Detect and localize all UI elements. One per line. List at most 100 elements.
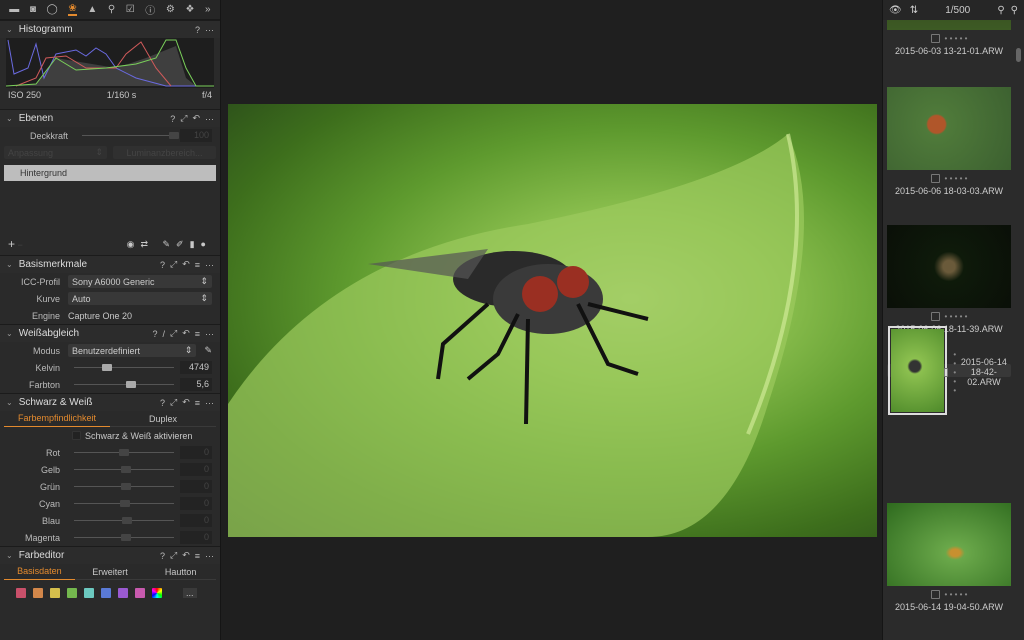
coloreditor-header[interactable]: ⌄ Farbeditor? ⤢ ↶ ≡ ···	[0, 546, 220, 564]
chevron-down-icon[interactable]: ⌄	[6, 25, 13, 34]
opacity-slider[interactable]	[82, 132, 180, 139]
color-swatch[interactable]	[118, 588, 128, 598]
wb-mode-select[interactable]: Benutzerdefiniert ⇕	[68, 344, 197, 357]
chevron-down-icon[interactable]: ⌄	[6, 114, 13, 123]
wb-header[interactable]: ⌄ Weißabgleich? / ⤢ ↶ ≡ ···	[0, 324, 220, 342]
adjustment-select[interactable]: Anpassung ⇕	[4, 146, 107, 159]
histogram-header[interactable]: ⌄ Histogramm? ···	[0, 20, 220, 38]
color-icon[interactable]: ❀	[68, 3, 77, 16]
select-checkbox[interactable]	[930, 590, 940, 599]
zoom-search-icon[interactable]: ⚲	[1011, 5, 1018, 16]
thumbnail-item[interactable]: • • • • • 2015-06-06 18-11-39.ARW	[887, 225, 1011, 334]
reset-icon[interactable]: ↶	[182, 328, 190, 339]
chevron-down-icon[interactable]: ⌄	[6, 398, 13, 407]
help-icon[interactable]: ?	[195, 25, 200, 35]
select-checkbox[interactable]	[930, 174, 940, 183]
color-swatch[interactable]	[67, 588, 77, 598]
eyedropper-icon[interactable]: ✎	[204, 345, 212, 356]
eye-icon[interactable]: 👁	[889, 5, 902, 16]
layer-tools[interactable]: ◉⇄ ✎✐▮●	[127, 239, 212, 250]
help-icon[interactable]: ?	[160, 398, 165, 408]
remove-layer-button[interactable]: −	[18, 240, 23, 250]
tint-slider[interactable]	[74, 381, 174, 388]
image-viewer[interactable]	[228, 104, 877, 537]
thumbnail-image[interactable]	[887, 503, 1011, 586]
search-icon[interactable]: ⚲	[997, 5, 1004, 16]
basic-header[interactable]: ⌄ Basismerkmale? ⤢ ↶ ≡ ···	[0, 255, 220, 273]
lens-icon[interactable]: ◯	[47, 4, 58, 15]
luminance-range-button[interactable]: Luminanzbereich...	[113, 146, 216, 159]
settings-icon[interactable]: ⚙	[166, 4, 175, 15]
help-icon[interactable]: ?	[152, 329, 157, 339]
pin-icon[interactable]: ⤢	[170, 550, 177, 561]
help-icon[interactable]: ?	[160, 260, 165, 270]
tab-sensitivity[interactable]: Farbempfindlichkeit	[4, 411, 110, 427]
adjustments-icon[interactable]: ☑	[126, 4, 135, 15]
pin-icon[interactable]: ⤢	[170, 397, 177, 408]
more-icon[interactable]: ···	[205, 398, 214, 408]
color-swatch[interactable]	[16, 588, 26, 598]
select-checkbox[interactable]	[944, 368, 949, 377]
more-icon[interactable]: ···	[205, 551, 214, 561]
curve-select[interactable]: Auto ⇕	[68, 292, 212, 305]
rating-stars[interactable]: • • • • •	[945, 174, 968, 183]
icc-profile-select[interactable]: Sony A6000 Generic ⇕	[68, 275, 212, 288]
help-icon[interactable]: ?	[170, 114, 175, 124]
reset-icon[interactable]: ↶	[182, 397, 190, 408]
more-icon[interactable]: ···	[205, 114, 214, 124]
thumbnail-item[interactable]: • • • • • 2015-06-14 18-42-02.ARW	[887, 326, 1011, 415]
more-icon[interactable]: ···	[205, 329, 214, 339]
color-swatch[interactable]	[84, 588, 94, 598]
tab-skintone[interactable]: Hautton	[145, 567, 216, 577]
kelvin-slider[interactable]	[74, 364, 174, 371]
expand-icon[interactable]: »	[205, 4, 211, 15]
scrollbar[interactable]	[1016, 48, 1021, 62]
chevron-down-icon[interactable]: ⌄	[6, 551, 13, 560]
color-swatch[interactable]	[101, 588, 111, 598]
all-colors-swatch[interactable]	[152, 588, 162, 598]
batch-icon[interactable]: ❖	[185, 4, 194, 15]
tab-basic[interactable]: Basisdaten	[4, 564, 75, 580]
thumbnail-image[interactable]	[887, 225, 1011, 308]
menu-icon[interactable]: ≡	[195, 551, 200, 561]
bw-slider[interactable]	[74, 466, 174, 473]
folder-icon[interactable]: ▬	[9, 4, 19, 15]
more-colors-button[interactable]: ...	[183, 588, 197, 598]
rating-stars[interactable]: • • • • •	[945, 590, 968, 599]
more-icon[interactable]: ···	[205, 25, 214, 35]
rating-stars[interactable]: • • • • •	[945, 312, 968, 321]
add-layer-button[interactable]: +	[8, 237, 15, 251]
pin-icon[interactable]: ⤢	[170, 259, 177, 270]
picker-icon[interactable]: /	[162, 329, 165, 339]
pin-icon[interactable]: ⤢	[180, 113, 187, 124]
pin-icon[interactable]: ⤢	[170, 328, 177, 339]
chevron-down-icon[interactable]: ⌄	[6, 329, 13, 338]
color-swatch[interactable]	[33, 588, 43, 598]
layers-header[interactable]: ⌄ Ebenen? ⤢ ↶ ···	[0, 109, 220, 127]
more-icon[interactable]: ···	[205, 260, 214, 270]
rating-stars[interactable]: • • • • •	[945, 34, 968, 43]
tab-advanced[interactable]: Erweitert	[75, 567, 146, 577]
reset-icon[interactable]: ↶	[192, 113, 200, 124]
thumbnail-item[interactable]: • • • • • 2015-06-14 19-04-50.ARW	[887, 503, 1011, 612]
menu-icon[interactable]: ≡	[195, 329, 200, 339]
select-checkbox[interactable]	[930, 34, 940, 43]
bw-slider[interactable]	[74, 483, 174, 490]
rating-stars[interactable]: • • • • •	[953, 350, 961, 395]
color-swatch[interactable]	[50, 588, 60, 598]
details-icon[interactable]: ⚲	[108, 4, 115, 15]
bw-slider[interactable]	[74, 500, 174, 507]
bw-slider[interactable]	[74, 449, 174, 456]
bw-slider[interactable]	[74, 534, 174, 541]
select-checkbox[interactable]	[930, 312, 940, 321]
sort-icon[interactable]: ⇅	[910, 5, 918, 16]
menu-icon[interactable]: ≡	[195, 260, 200, 270]
layer-background[interactable]: Hintergrund	[4, 165, 216, 181]
thumbnail-image[interactable]	[887, 87, 1011, 170]
help-icon[interactable]: ?	[160, 551, 165, 561]
thumbnail-image[interactable]	[887, 326, 948, 415]
color-swatch[interactable]	[135, 588, 145, 598]
bw-enable-checkbox[interactable]	[72, 431, 81, 440]
menu-icon[interactable]: ≡	[195, 398, 200, 408]
reset-icon[interactable]: ↶	[182, 259, 190, 270]
